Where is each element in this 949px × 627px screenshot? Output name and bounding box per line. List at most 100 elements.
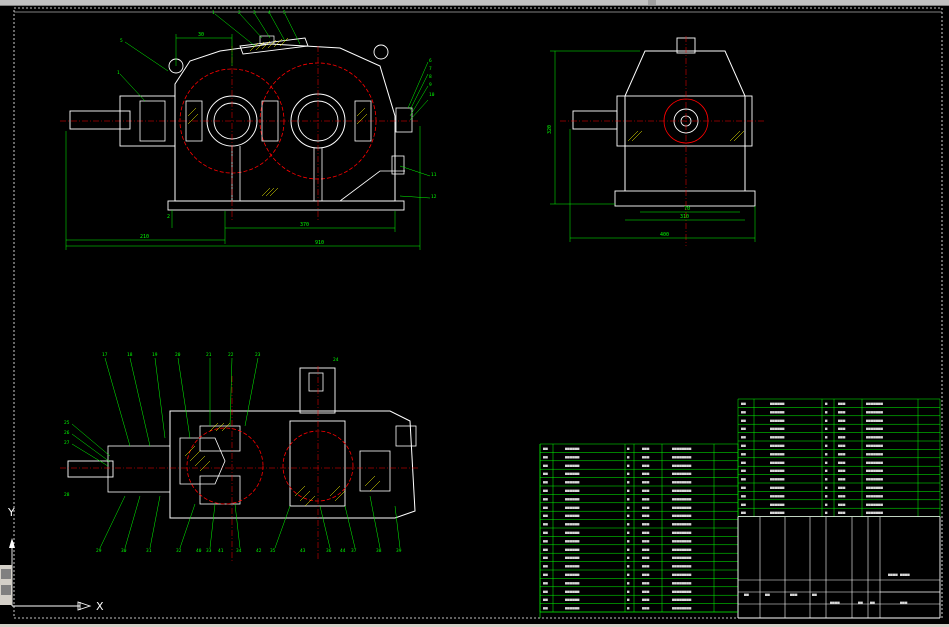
svg-text:■■■■■■■■: ■■■■■■■■: [672, 480, 692, 485]
svg-text:■: ■: [627, 454, 630, 459]
balloon-pb-3: 32: [176, 548, 182, 554]
side-view: 320 70 310 400: [547, 36, 765, 246]
svg-text:■■: ■■: [741, 401, 746, 406]
svg-text:■: ■: [825, 401, 828, 406]
svg-text:■■■■■■: ■■■■■■: [770, 485, 785, 490]
balloon-rf-5: 11: [431, 172, 437, 178]
svg-text:■■: ■■: [741, 477, 746, 482]
svg-text:■■■■■■: ■■■■■■: [770, 502, 785, 507]
svg-text:■■■■■■: ■■■■■■: [565, 480, 580, 485]
svg-text:■■■: ■■■: [642, 555, 650, 560]
balloon-top-1: 2: [238, 10, 241, 16]
svg-text:■■■■■■: ■■■■■■: [565, 572, 580, 577]
svg-text:■■■■■■: ■■■■■■: [565, 463, 580, 468]
split-grip[interactable]: [648, 0, 656, 5]
svg-text:■: ■: [627, 471, 630, 476]
svg-text:■: ■: [627, 547, 630, 552]
svg-text:■■■: ■■■: [838, 451, 846, 456]
dim-front-mid: 370: [300, 222, 309, 228]
svg-text:■■■■■■■: ■■■■■■■: [866, 468, 883, 473]
balloon-pb-1: 30: [121, 548, 127, 554]
balloon-pt-2: 19: [152, 352, 158, 358]
ucs-icon: X Y: [7, 506, 104, 613]
svg-text:■■■: ■■■: [642, 538, 650, 543]
svg-text:■■■■■■: ■■■■■■: [770, 443, 785, 448]
drawing-frame: [13, 7, 943, 619]
toolbar-tool-icon[interactable]: [1, 585, 11, 595]
svg-text:■■■■■■■: ■■■■■■■: [866, 426, 883, 431]
front-base: [167, 200, 405, 211]
drawing-canvas[interactable]: 30 210 370 910 2 320 70 310 400 1 2 3 4 …: [0, 6, 949, 624]
svg-text:■: ■: [627, 597, 630, 602]
svg-text:■■■■■■: ■■■■■■: [770, 477, 785, 482]
balloon-pl-2: 27: [64, 440, 70, 446]
toolbar-tool-icon[interactable]: [1, 569, 11, 579]
balloon-pb-8: 37: [351, 548, 357, 554]
svg-text:■■■■■■: ■■■■■■: [770, 451, 785, 456]
svg-text:■■■: ■■■: [838, 502, 846, 507]
cad-drawing[interactable]: 30 210 370 910 2 320 70 310 400 1 2 3 4 …: [0, 6, 949, 624]
svg-text:■■: ■■: [741, 418, 746, 423]
svg-text:■■■: ■■■: [642, 471, 650, 476]
svg-text:■■■: ■■■: [838, 443, 846, 448]
svg-text:■■■■■■■: ■■■■■■■: [866, 502, 883, 507]
plan-input-shaft: [67, 460, 114, 478]
svg-text:■■■■■■: ■■■■■■: [770, 409, 785, 414]
input-shaft: [69, 110, 131, 130]
balloon-pb-9: 38: [376, 548, 382, 554]
left-toolbar[interactable]: [0, 565, 12, 605]
svg-text:■■: ■■: [543, 513, 548, 518]
dim-side-w3: 400: [660, 232, 669, 238]
svg-text:■■■: ■■■: [642, 454, 650, 459]
balloon-lf-1: 1: [117, 70, 120, 76]
svg-text:■■■: ■■■: [642, 488, 650, 493]
svg-text:■■■■■■: ■■■■■■: [565, 606, 580, 611]
balloon-pb-5: 34: [236, 548, 242, 554]
svg-text:■■■■■■■: ■■■■■■■: [866, 510, 883, 515]
svg-text:■■: ■■: [543, 454, 548, 459]
plan-output-shaft: [299, 367, 336, 414]
svg-text:■■■: ■■■: [642, 522, 650, 527]
svg-text:■■■■■■: ■■■■■■: [770, 460, 785, 465]
front-view: 30 210 370 910 2: [60, 13, 431, 250]
svg-text:■■■: ■■■: [642, 589, 650, 594]
svg-text:■■: ■■: [741, 435, 746, 440]
balloon-pl-0: 25: [64, 420, 70, 426]
svg-text:■■■■■■: ■■■■■■: [565, 446, 580, 451]
svg-text:■■: ■■: [543, 555, 548, 560]
svg-text:■: ■: [825, 426, 828, 431]
svg-text:■■■: ■■■: [900, 600, 908, 605]
svg-text:■■■: ■■■: [838, 409, 846, 414]
svg-text:■: ■: [627, 572, 630, 577]
svg-text:■■■■■■■■: ■■■■■■■■: [672, 454, 692, 459]
svg-text:■■■■■■■: ■■■■■■■: [866, 477, 883, 482]
dim-side-h: 320: [547, 125, 553, 134]
svg-text:■■■■■■: ■■■■■■: [565, 488, 580, 493]
svg-text:■■■■■■: ■■■■■■: [770, 435, 785, 440]
svg-text:■■: ■■: [543, 589, 548, 594]
balloon-rf-1: 7: [429, 66, 432, 72]
ucs-y-label: Y: [7, 506, 15, 519]
svg-text:■■■■■■: ■■■■■■: [565, 496, 580, 501]
svg-text:■: ■: [627, 606, 630, 611]
svg-text:■■■■■■: ■■■■■■: [565, 522, 580, 527]
svg-text:■: ■: [627, 589, 630, 594]
svg-text:■■: ■■: [543, 564, 548, 569]
balloon-top-0: 1: [212, 10, 215, 16]
balloon-pb-15: 44: [340, 548, 346, 554]
svg-text:■■■■■■: ■■■■■■: [770, 426, 785, 431]
balloon-lf-0: 5: [120, 38, 123, 44]
svg-text:■■: ■■: [858, 600, 863, 605]
balloon-pb-14: 43: [300, 548, 306, 554]
svg-text:■■: ■■: [543, 471, 548, 476]
balloon-pb-11: 40: [196, 548, 202, 554]
svg-text:■■: ■■: [741, 468, 746, 473]
svg-text:■■■■■■■: ■■■■■■■: [866, 485, 883, 490]
svg-text:■■■■■■■: ■■■■■■■: [866, 443, 883, 448]
svg-text:■■■■■■■: ■■■■■■■: [866, 493, 883, 498]
svg-text:■■■: ■■■: [838, 493, 846, 498]
svg-text:■■■■■■■■: ■■■■■■■■: [672, 522, 692, 527]
svg-text:■■: ■■: [741, 485, 746, 490]
svg-text:■■■■■■■: ■■■■■■■: [866, 435, 883, 440]
svg-text:■■■: ■■■: [838, 426, 846, 431]
